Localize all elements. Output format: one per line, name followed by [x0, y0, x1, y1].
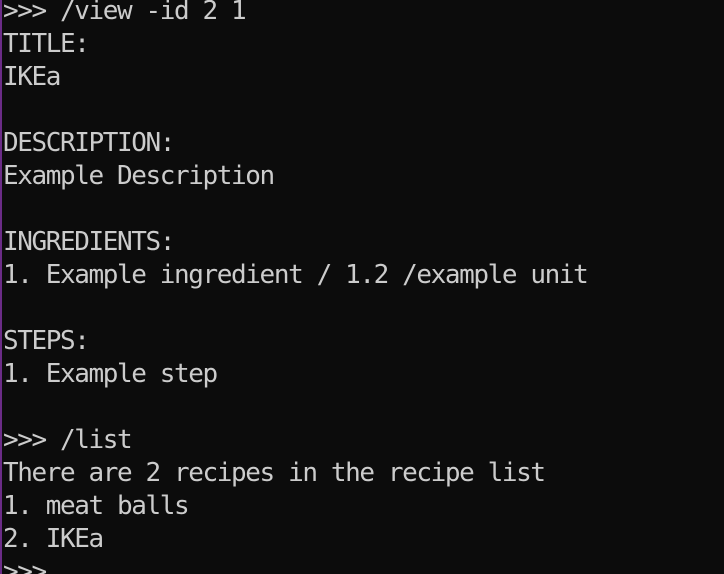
recipe-count-message: There are 2 recipes in the recipe list [3, 458, 546, 488]
description-value: Example Description [3, 161, 275, 191]
terminal-window[interactable]: >>> /view -id 2 1 TITLE: IKEa DESCRIPTIO… [0, 0, 724, 574]
ingredients-heading: INGREDIENTS: [3, 227, 175, 257]
recipe-list-item: 2. IKEa [3, 524, 104, 554]
command-prompt[interactable]: >>> [3, 556, 587, 574]
ingredient-item: 1. Example ingredient / 1.2 /example uni… [3, 260, 589, 290]
step-item: 1. Example step [3, 359, 218, 389]
command-line-view: >>> /view -id 2 1 [3, 0, 247, 26]
title-value: IKEa [3, 62, 61, 92]
title-heading: TITLE: [3, 29, 90, 59]
terminal-output: >>> /view -id 2 1 TITLE: IKEa DESCRIPTIO… [3, 0, 589, 574]
description-heading: DESCRIPTION: [3, 128, 175, 158]
command-line-list: >>> /list [3, 425, 133, 455]
steps-heading: STEPS: [3, 326, 90, 356]
recipe-list-item: 1. meat balls [3, 491, 190, 521]
